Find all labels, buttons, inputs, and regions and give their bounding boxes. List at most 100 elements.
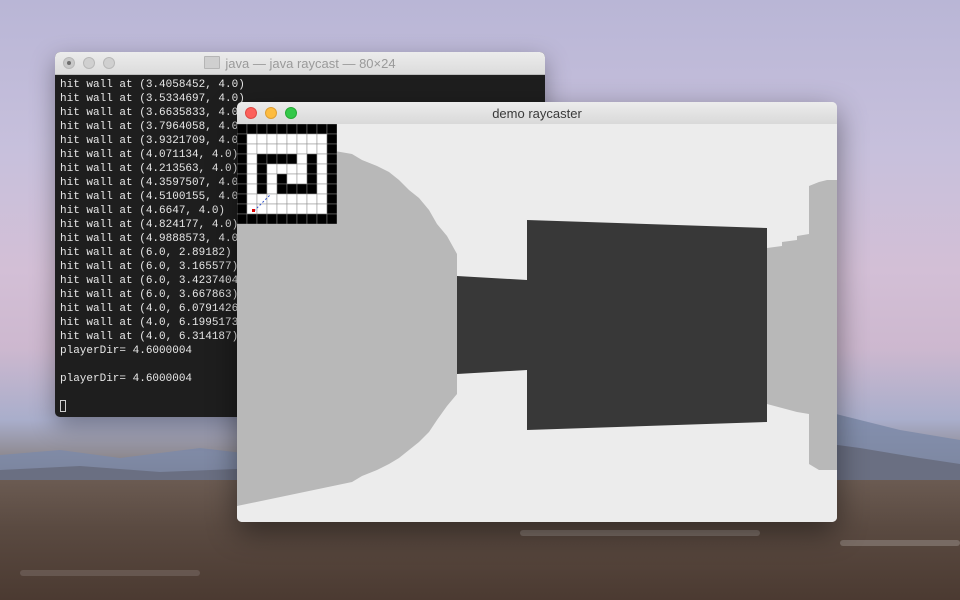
minimap-floor-cell [246, 183, 258, 195]
minimap-player [252, 209, 255, 212]
minimap-floor-cell [316, 183, 328, 195]
raycaster-title: demo raycaster [492, 106, 582, 121]
minimap-floor-cell [246, 133, 258, 145]
minimap-wall-cell [276, 173, 288, 185]
minimap-floor-cell [286, 133, 298, 145]
raycaster-window[interactable]: demo raycaster [237, 102, 837, 522]
minimap-wall-cell [326, 193, 337, 205]
minimap-wall-cell [296, 124, 308, 135]
minimap [237, 124, 337, 224]
minimap-wall-cell [286, 213, 298, 224]
minimap-floor-cell [316, 133, 328, 145]
minimap-floor-cell [276, 163, 288, 175]
minimap-floor-cell [276, 143, 288, 155]
minimap-wall-cell [237, 133, 248, 145]
minimap-floor-cell [246, 153, 258, 165]
minimap-floor-cell [266, 203, 278, 215]
minimap-wall-cell [286, 124, 298, 135]
minimap-wall-cell [237, 203, 248, 215]
minimap-floor-cell [316, 203, 328, 215]
minimap-wall-cell [237, 163, 248, 175]
minimap-floor-cell [316, 173, 328, 185]
minimap-floor-cell [266, 173, 278, 185]
minimap-floor-cell [256, 133, 268, 145]
minimap-floor-cell [246, 173, 258, 185]
minimap-wall-cell [256, 153, 268, 165]
minimap-floor-cell [296, 193, 308, 205]
minimap-wall-cell [266, 153, 278, 165]
minimap-wall-cell [276, 213, 288, 224]
minimap-floor-cell [296, 153, 308, 165]
minimap-floor-cell [286, 203, 298, 215]
minimap-wall-cell [316, 213, 328, 224]
minimap-floor-cell [306, 193, 318, 205]
minimap-floor-cell [296, 163, 308, 175]
minimap-wall-cell [266, 213, 278, 224]
minimap-floor-cell [286, 193, 298, 205]
minimap-wall-cell [256, 213, 268, 224]
minimap-wall-cell [326, 163, 337, 175]
minimap-wall-cell [256, 173, 268, 185]
minimap-wall-cell [326, 183, 337, 195]
minimap-wall-cell [286, 183, 298, 195]
minimap-floor-cell [246, 143, 258, 155]
minimap-wall-cell [237, 193, 248, 205]
minimap-floor-cell [286, 173, 298, 185]
minimap-wall-cell [237, 173, 248, 185]
front-wall [527, 220, 767, 430]
terminal-line: hit wall at (3.4058452, 4.0) [60, 79, 245, 91]
minimap-wall-cell [326, 173, 337, 185]
minimap-wall-cell [266, 124, 278, 135]
minimap-wall-cell [237, 143, 248, 155]
minimap-floor-cell [306, 133, 318, 145]
minimap-floor-cell [266, 163, 278, 175]
minimap-wall-cell [326, 203, 337, 215]
raycaster-titlebar[interactable]: demo raycaster [237, 102, 837, 125]
minimap-wall-cell [316, 124, 328, 135]
terminal-title: java — java raycast — 80×24 [55, 56, 545, 71]
minimap-floor-cell [266, 133, 278, 145]
terminal-cursor [60, 400, 66, 412]
minimap-floor-cell [316, 163, 328, 175]
minimap-floor-cell [276, 193, 288, 205]
minimap-floor-cell [296, 203, 308, 215]
terminal-titlebar[interactable]: java — java raycast — 80×24 [55, 52, 545, 75]
folder-icon [204, 56, 221, 69]
minimap-wall-cell [256, 163, 268, 175]
minimap-floor-cell [296, 133, 308, 145]
minimap-wall-cell [237, 153, 248, 165]
minimap-floor-cell [276, 203, 288, 215]
minimap-wall-cell [237, 183, 248, 195]
terminal-title-text: java — java raycast — 80×24 [225, 56, 396, 71]
minimap-wall-cell [237, 124, 248, 135]
minimap-wall-cell [326, 124, 337, 135]
minimap-wall-cell [306, 124, 318, 135]
minimap-wall-cell [306, 213, 318, 224]
minimap-wall-cell [256, 183, 268, 195]
minimap-wall-cell [306, 173, 318, 185]
minimap-floor-cell [316, 153, 328, 165]
minimap-floor-cell [286, 163, 298, 175]
minimap-wall-cell [276, 183, 288, 195]
minimap-floor-cell [296, 173, 308, 185]
corridor-wall-far [457, 276, 527, 374]
minimap-wall-cell [326, 143, 337, 155]
minimap-floor-cell [316, 193, 328, 205]
minimap-wall-cell [306, 153, 318, 165]
minimap-wall-cell [246, 213, 258, 224]
minimap-floor-cell [286, 143, 298, 155]
minimap-floor-cell [296, 143, 308, 155]
minimap-floor-cell [256, 143, 268, 155]
minimap-floor-cell [316, 143, 328, 155]
minimap-wall-cell [306, 183, 318, 195]
minimap-wall-cell [326, 153, 337, 165]
minimap-wall-cell [237, 213, 248, 224]
minimap-floor-cell [306, 203, 318, 215]
minimap-floor-cell [246, 193, 258, 205]
minimap-wall-cell [276, 153, 288, 165]
minimap-wall-cell [276, 124, 288, 135]
minimap-floor-cell [266, 193, 278, 205]
minimap-wall-cell [296, 213, 308, 224]
minimap-wall-cell [326, 213, 337, 224]
minimap-wall-cell [256, 124, 268, 135]
